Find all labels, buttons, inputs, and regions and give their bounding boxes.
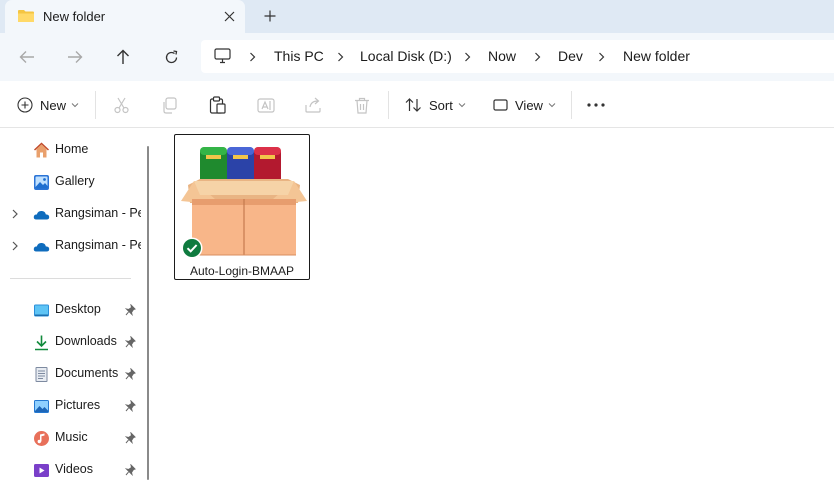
documents-icon bbox=[35, 367, 48, 382]
download-icon bbox=[35, 335, 48, 351]
desktop-icon bbox=[34, 304, 49, 317]
view-button-label: View bbox=[515, 97, 543, 113]
sync-status-icon bbox=[181, 237, 203, 259]
pin-icon[interactable] bbox=[125, 304, 136, 316]
pin-icon[interactable] bbox=[125, 336, 136, 348]
monitor-icon[interactable] bbox=[214, 48, 231, 64]
chevron-right-icon[interactable] bbox=[11, 241, 19, 251]
address-bar[interactable]: This PC Local Disk (D:) Now Dev New fold… bbox=[201, 40, 834, 73]
sidebar-item-desktop[interactable]: Desktop bbox=[0, 296, 146, 324]
onedrive-icon bbox=[33, 210, 50, 220]
sidebar-item-pictures[interactable]: Pictures bbox=[0, 392, 146, 420]
breadcrumb-dev[interactable]: Dev bbox=[558, 48, 583, 64]
sidebar-item-label: Rangsiman - Pe bbox=[55, 238, 141, 252]
sidebar-scrollbar[interactable] bbox=[147, 146, 149, 480]
file-name: Auto-Login-BMAAP bbox=[189, 264, 295, 278]
sidebar-item-label: Gallery bbox=[55, 174, 95, 188]
plus-icon[interactable] bbox=[262, 8, 278, 24]
close-icon[interactable] bbox=[221, 8, 237, 24]
breadcrumb-new-folder[interactable]: New folder bbox=[623, 48, 690, 64]
pin-icon[interactable] bbox=[125, 368, 136, 380]
pin-icon[interactable] bbox=[125, 400, 136, 412]
chevron-right-icon[interactable] bbox=[11, 209, 19, 219]
breadcrumb-this-pc[interactable]: This PC bbox=[274, 48, 324, 64]
chevron-right-icon[interactable] bbox=[533, 52, 542, 62]
more-icon[interactable] bbox=[587, 94, 605, 116]
cut-icon[interactable] bbox=[113, 94, 130, 116]
sort-icon bbox=[405, 98, 421, 112]
new-button-label: New bbox=[40, 97, 67, 113]
home-icon bbox=[33, 142, 50, 158]
refresh-icon[interactable] bbox=[159, 45, 183, 69]
arrow-right-icon[interactable] bbox=[63, 45, 87, 69]
chevron-down-icon bbox=[71, 103, 79, 108]
toolbar-divider bbox=[95, 91, 96, 119]
arrow-up-icon[interactable] bbox=[111, 45, 135, 69]
breadcrumb-now[interactable]: Now bbox=[488, 48, 516, 64]
navigation-bar: This PC Local Disk (D:) Now Dev New fold… bbox=[0, 33, 834, 81]
sidebar-item-music[interactable]: Music bbox=[0, 424, 146, 452]
chevron-right-icon[interactable] bbox=[336, 52, 345, 62]
sort-button-label: Sort bbox=[429, 97, 453, 113]
chevron-down-icon bbox=[548, 103, 556, 108]
sidebar-item-home[interactable]: Home bbox=[0, 136, 146, 164]
sidebar-item-label: Rangsiman - Pe bbox=[55, 206, 141, 220]
sidebar-item-videos[interactable]: Videos bbox=[0, 456, 146, 484]
view-button[interactable]: View bbox=[493, 94, 556, 116]
sidebar-divider bbox=[10, 278, 131, 279]
command-bar: New Sort View bbox=[0, 81, 834, 128]
sidebar-item-gallery[interactable]: Gallery bbox=[0, 168, 146, 196]
navigation-pane: Home Gallery Rangsiman - Pe Rangsiman - … bbox=[0, 128, 157, 481]
pictures-icon bbox=[34, 400, 49, 413]
rename-icon[interactable] bbox=[257, 94, 275, 116]
sidebar-item-label: Home bbox=[55, 142, 89, 156]
videos-icon bbox=[34, 464, 49, 477]
view-icon bbox=[493, 98, 508, 111]
gallery-icon bbox=[34, 175, 49, 190]
sidebar-item-onedrive-2[interactable]: Rangsiman - Pe bbox=[0, 232, 146, 260]
breadcrumb-local-disk[interactable]: Local Disk (D:) bbox=[360, 48, 452, 64]
onedrive-icon bbox=[33, 242, 50, 252]
plus-circle-icon bbox=[17, 97, 33, 113]
sidebar-item-downloads[interactable]: Downloads bbox=[0, 328, 146, 356]
title-bar: New folder bbox=[0, 0, 834, 33]
folder-icon bbox=[18, 10, 34, 22]
file-list: Auto-Login-BMAAP bbox=[157, 128, 834, 481]
pin-icon[interactable] bbox=[125, 432, 136, 444]
delete-icon[interactable] bbox=[354, 94, 370, 116]
toolbar-divider bbox=[388, 91, 389, 119]
file-item[interactable]: Auto-Login-BMAAP bbox=[174, 134, 310, 280]
copy-icon[interactable] bbox=[161, 94, 178, 116]
tab-new-folder[interactable]: New folder bbox=[5, 0, 245, 33]
chevron-down-icon bbox=[458, 103, 466, 108]
pin-icon[interactable] bbox=[125, 464, 136, 476]
tab-title: New folder bbox=[43, 9, 106, 24]
chevron-right-icon[interactable] bbox=[248, 52, 257, 62]
chevron-right-icon[interactable] bbox=[597, 52, 606, 62]
sidebar-item-documents[interactable]: Documents bbox=[0, 360, 146, 388]
sidebar-item-onedrive-1[interactable]: Rangsiman - Pe bbox=[0, 200, 146, 228]
toolbar-divider bbox=[571, 91, 572, 119]
paste-icon[interactable] bbox=[209, 94, 226, 116]
new-button[interactable]: New bbox=[17, 94, 79, 116]
arrow-left-icon[interactable] bbox=[15, 45, 39, 69]
sort-button[interactable]: Sort bbox=[405, 94, 466, 116]
chevron-right-icon[interactable] bbox=[463, 52, 472, 62]
music-icon bbox=[34, 431, 49, 446]
share-icon[interactable] bbox=[305, 94, 322, 116]
